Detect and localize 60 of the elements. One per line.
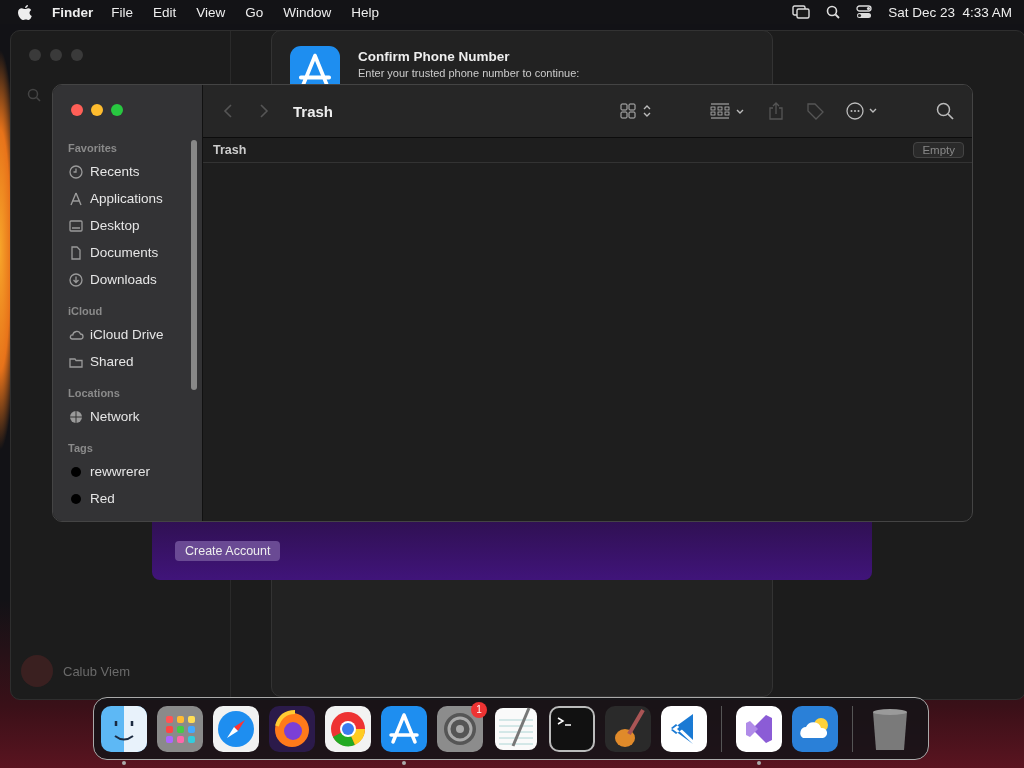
window-title: Trash: [293, 102, 334, 120]
app-icon[interactable]: [269, 705, 315, 752]
app-icon[interactable]: [605, 705, 651, 752]
clock-icon: [68, 163, 84, 180]
menu-item[interactable]: Go: [245, 4, 264, 20]
app-icon[interactable]: [437, 705, 483, 752]
menu-item[interactable]: File: [111, 4, 134, 20]
path-label: Trash: [213, 143, 247, 157]
menu-item[interactable]: Window: [283, 4, 332, 20]
apps-icon: [68, 190, 84, 207]
sidebar-item[interactable]: Desktop: [90, 218, 140, 233]
app-icon[interactable]: [325, 705, 371, 752]
sidebar-item[interactable]: rewwrerer: [90, 464, 150, 479]
dialog-subtitle: Enter your trusted phone number to continue:: [358, 67, 580, 79]
sidebar-item[interactable]: Downloads: [90, 272, 157, 287]
scrollbar[interactable]: [191, 140, 197, 390]
app-icon[interactable]: [213, 705, 259, 752]
sidebar-heading: Favorites: [68, 142, 118, 154]
app-icon[interactable]: [736, 705, 782, 752]
download-icon: [68, 271, 84, 288]
globe-icon: [68, 408, 84, 425]
sidebar-item[interactable]: Network: [90, 409, 140, 424]
menu-item[interactable]: View: [196, 4, 226, 20]
menu-item[interactable]: Finder: [52, 4, 94, 20]
app-icon[interactable]: [381, 705, 427, 752]
user-name: Calub Viem: [63, 663, 130, 679]
apple-logo-icon[interactable]: [18, 4, 32, 20]
minimize-icon[interactable]: [91, 104, 103, 116]
menu-item[interactable]: Help: [351, 4, 380, 20]
app-icon[interactable]: [792, 705, 838, 752]
sidebar-item[interactable]: Red: [90, 491, 115, 506]
menu-item[interactable]: Edit: [153, 4, 177, 20]
app-icon[interactable]: [661, 705, 707, 752]
create-account-button[interactable]: Create Account: [175, 541, 281, 561]
sidebar-heading: Tags: [68, 442, 94, 454]
notification-badge: 1: [471, 701, 487, 718]
menu-bar-clock[interactable]: Sat Dec 23 4:33 AM: [888, 4, 1012, 20]
sidebar-heading: iCloud: [68, 305, 104, 317]
sidebar-item[interactable]: Recents: [90, 164, 140, 179]
close-icon[interactable]: [71, 104, 83, 116]
sidebar-item[interactable]: iCloud Drive: [90, 327, 164, 342]
screen-mirroring-icon[interactable]: [792, 5, 811, 19]
desktop-icon: [68, 217, 84, 234]
search-icon[interactable]: [936, 102, 954, 120]
sidebar-heading: Locations: [68, 387, 121, 399]
zoom-icon[interactable]: [111, 104, 123, 116]
group-icon[interactable]: [710, 103, 746, 119]
app-icon[interactable]: [493, 705, 539, 752]
sidebar-item[interactable]: Documents: [90, 245, 159, 260]
app-icon[interactable]: [101, 705, 147, 752]
dialog-title: Confirm Phone Number: [358, 49, 511, 64]
search-icon[interactable]: [826, 5, 841, 19]
app-icon[interactable]: [157, 705, 203, 752]
app-icon[interactable]: [549, 705, 595, 752]
sidebar-item[interactable]: Applications: [90, 191, 163, 206]
control-center-icon[interactable]: [856, 5, 873, 19]
empty-button[interactable]: Empty: [913, 142, 964, 158]
sidebar-item[interactable]: Shared: [90, 354, 134, 369]
doc-icon: [68, 244, 84, 261]
grid-view-icon[interactable]: [620, 103, 652, 119]
